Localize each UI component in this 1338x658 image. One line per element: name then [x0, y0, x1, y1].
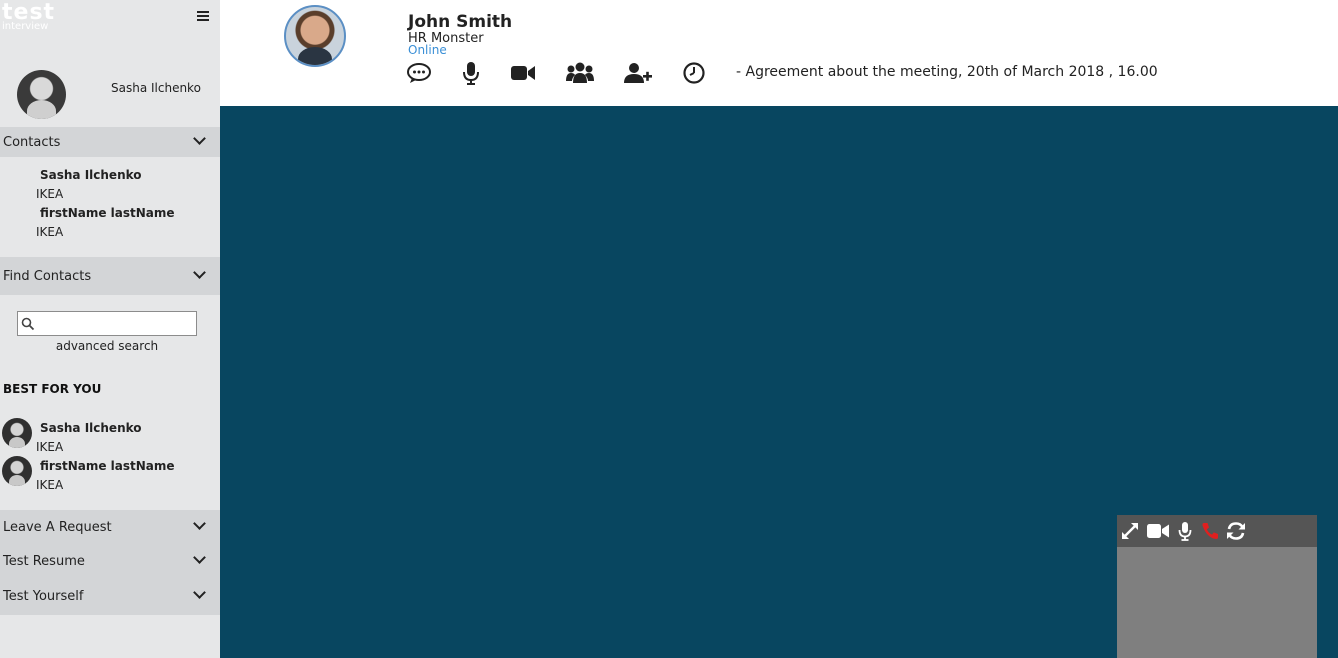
- test-yourself-section-header[interactable]: Test Yourself: [0, 578, 220, 615]
- search-box: [17, 311, 197, 336]
- call-header: John Smith HR Monster Online - Agreement…: [220, 0, 1338, 106]
- clock-icon[interactable]: [683, 61, 705, 85]
- find-contacts-section-title: Find Contacts: [3, 268, 92, 284]
- brand-logo-line3: interview: [2, 21, 49, 32]
- microphone-icon[interactable]: [1178, 521, 1192, 541]
- current-user-name: Sasha Ilchenko: [111, 81, 201, 95]
- video-camera-icon[interactable]: [510, 61, 536, 85]
- leave-request-section-title: Leave A Request: [3, 519, 112, 535]
- avatar[interactable]: [2, 418, 32, 448]
- chat-icon[interactable]: [406, 61, 432, 85]
- video-call-area: [220, 106, 1338, 658]
- contacts-section-title: Contacts: [3, 134, 61, 150]
- hang-up-icon[interactable]: [1201, 521, 1219, 541]
- meeting-note: - Agreement about the meeting, 20th of M…: [736, 64, 1158, 80]
- video-camera-icon[interactable]: [1147, 521, 1169, 541]
- microphone-icon[interactable]: [462, 61, 480, 85]
- avatar[interactable]: [2, 456, 32, 486]
- test-resume-section-title: Test Resume: [3, 553, 85, 569]
- menu-icon[interactable]: [197, 11, 209, 22]
- best-for-you-title: BEST FOR YOU: [3, 382, 102, 396]
- contact-avatar[interactable]: [284, 5, 346, 67]
- contact-search-input[interactable]: [38, 313, 193, 334]
- contact-company: IKEA: [36, 187, 64, 201]
- chevron-down-icon: [193, 586, 206, 599]
- chevron-down-icon: [193, 132, 206, 145]
- chevron-down-icon: [193, 266, 206, 279]
- group-icon[interactable]: [566, 61, 594, 85]
- self-view-toolbar: [1117, 515, 1317, 547]
- contact-company: IKEA: [36, 225, 64, 239]
- test-yourself-section-title: Test Yourself: [3, 589, 84, 604]
- brand-logo[interactable]: the test interview: [2, 0, 55, 32]
- contact-name[interactable]: Sasha Ilchenko: [40, 168, 142, 182]
- advanced-search-link[interactable]: advanced search: [0, 339, 214, 353]
- switch-camera-icon[interactable]: [1225, 521, 1247, 541]
- contact-profile-name: John Smith: [408, 12, 513, 32]
- test-resume-section-header[interactable]: Test Resume: [0, 544, 220, 578]
- best-contact-name[interactable]: firstName lastName: [40, 459, 175, 473]
- chevron-down-icon: [193, 517, 206, 530]
- chevron-down-icon: [193, 551, 206, 564]
- contacts-section-header[interactable]: Contacts: [0, 127, 220, 157]
- add-user-icon[interactable]: [624, 61, 652, 85]
- contact-name[interactable]: firstName lastName: [40, 206, 175, 220]
- fullscreen-icon[interactable]: [1120, 521, 1140, 541]
- best-contact-company: IKEA: [36, 440, 64, 454]
- leave-request-section-header[interactable]: Leave A Request: [0, 510, 220, 544]
- search-icon: [21, 317, 35, 331]
- best-contact-company: IKEA: [36, 478, 64, 492]
- self-view-window[interactable]: [1117, 515, 1317, 658]
- find-contacts-section-header[interactable]: Find Contacts: [0, 257, 220, 295]
- best-contact-name[interactable]: Sasha Ilchenko: [40, 421, 142, 435]
- contact-status: Online: [408, 43, 447, 57]
- current-user-avatar[interactable]: [17, 70, 66, 119]
- sidebar: the test interview Sasha Ilchenko Contac…: [0, 0, 220, 658]
